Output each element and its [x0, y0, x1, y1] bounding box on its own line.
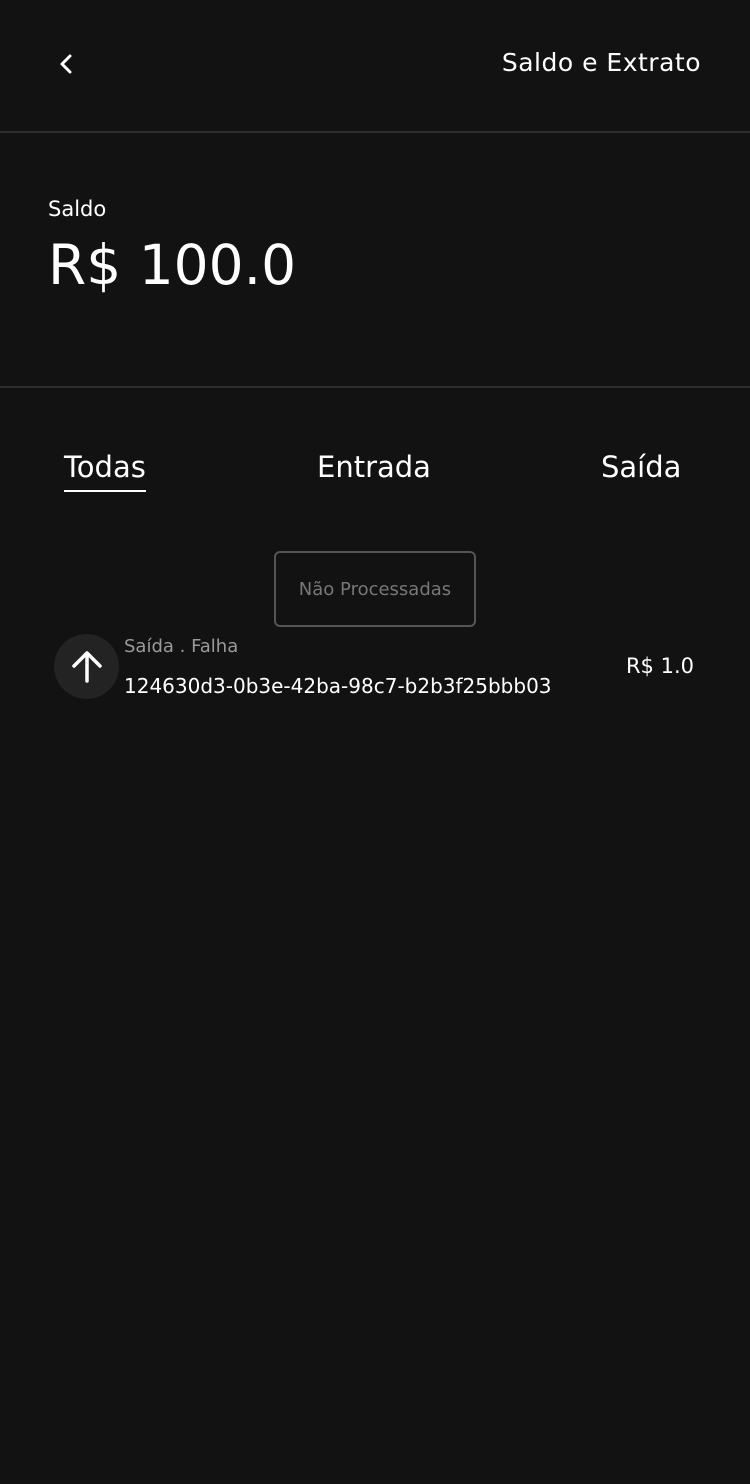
balance-section: Saldo R$ 100.0: [0, 133, 750, 388]
transaction-icon-circle: [54, 634, 119, 699]
arrow-up-icon: [71, 650, 102, 683]
transaction-id: 124630d3-0b3e-42ba-98c7-b2b3f25bbb03: [124, 674, 552, 698]
page-title: Saldo e Extrato: [501, 48, 701, 77]
transaction-status: Saída . Falha: [124, 636, 239, 657]
unprocessed-filter-button[interactable]: Não Processadas: [274, 551, 476, 627]
tab-entrada[interactable]: Entrada: [317, 450, 431, 490]
balance-label: Saldo: [48, 197, 107, 221]
transaction-row[interactable]: Saída . Falha 124630d3-0b3e-42ba-98c7-b2…: [54, 634, 704, 704]
tab-todas[interactable]: Todas: [64, 450, 146, 492]
back-button[interactable]: [46, 44, 86, 84]
balance-value: R$ 100.0: [48, 233, 297, 297]
chevron-left-icon: [60, 54, 72, 74]
tab-saida[interactable]: Saída: [601, 450, 681, 490]
app-header: Saldo e Extrato: [0, 0, 750, 133]
transaction-amount: R$ 1.0: [625, 654, 694, 678]
